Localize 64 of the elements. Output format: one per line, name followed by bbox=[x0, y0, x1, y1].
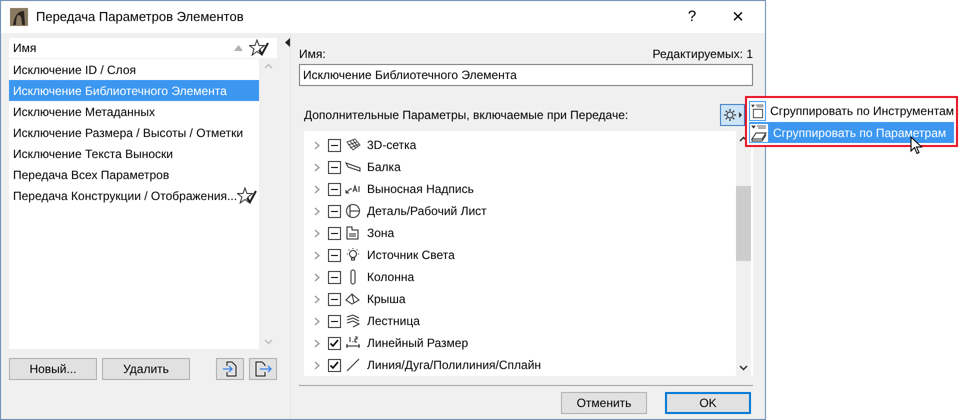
new-button[interactable]: Новый... bbox=[9, 358, 97, 380]
export-button[interactable] bbox=[249, 358, 277, 380]
favorite-star-icon bbox=[237, 186, 257, 204]
checkbox[interactable] bbox=[328, 226, 341, 240]
group-icon bbox=[749, 100, 766, 120]
name-label: Имя: bbox=[299, 46, 326, 62]
checkbox[interactable] bbox=[328, 336, 341, 350]
settings-button[interactable] bbox=[720, 104, 745, 126]
close-button[interactable]: × bbox=[715, 7, 761, 27]
checkbox[interactable] bbox=[328, 314, 341, 328]
parameter-label: Источник Света bbox=[367, 247, 455, 264]
section-label: Дополнительные Параметры, включаемые при Передаче: bbox=[304, 107, 628, 124]
list-item[interactable]: Исключение ID / Слоя bbox=[9, 59, 259, 80]
element-icon bbox=[345, 357, 361, 373]
parameter-label: Балка bbox=[367, 159, 401, 176]
import-button[interactable] bbox=[216, 358, 244, 380]
parameter-label: Крыша bbox=[367, 291, 406, 308]
parameter-label: Деталь/Рабочий Лист bbox=[367, 203, 487, 220]
window-title: Передача Параметров Элементов bbox=[36, 8, 244, 26]
element-icon bbox=[345, 137, 361, 153]
cancel-button[interactable]: Отменить bbox=[561, 392, 647, 414]
parameter-label: Линейный Размер bbox=[367, 335, 468, 352]
checkbox[interactable] bbox=[328, 292, 341, 306]
element-icon bbox=[345, 247, 361, 263]
list-item[interactable]: Исключение Метаданных bbox=[9, 101, 259, 122]
checkbox[interactable] bbox=[328, 182, 341, 196]
help-button[interactable]: ? bbox=[669, 6, 715, 28]
parameter-label: Колонна bbox=[367, 269, 414, 286]
checkbox[interactable] bbox=[328, 270, 341, 284]
checkbox[interactable] bbox=[328, 160, 341, 174]
parameter-label: Зона bbox=[367, 225, 394, 242]
list-item[interactable]: Передача Конструкции / Отображения... bbox=[9, 185, 259, 206]
list-item[interactable]: Передача Всех Параметров bbox=[9, 164, 259, 185]
column-header[interactable]: Имя bbox=[13, 39, 234, 57]
editable-count: Редактируемых: 1 bbox=[652, 46, 753, 62]
menu-item[interactable]: Сгруппировать по Инструментам bbox=[749, 100, 954, 121]
scroll-thumb[interactable] bbox=[736, 186, 751, 261]
settings-icon bbox=[722, 108, 742, 122]
parameter-label: Лестница bbox=[367, 313, 420, 330]
favorite-star-icon[interactable] bbox=[249, 39, 269, 57]
element-icon bbox=[345, 203, 361, 219]
import-icon bbox=[222, 361, 238, 377]
group-icon bbox=[749, 122, 769, 142]
list-item[interactable]: Исключение Размера / Высоты / Отметки bbox=[9, 122, 259, 143]
app-icon bbox=[10, 8, 28, 26]
name-field[interactable]: Исключение Библиотечного Элемента bbox=[299, 64, 753, 86]
list-item[interactable]: Исключение Текста Выноски bbox=[9, 143, 259, 164]
collapse-arrow-icon[interactable] bbox=[285, 38, 290, 47]
delete-button[interactable]: Удалить bbox=[102, 358, 190, 380]
ok-button[interactable]: OK bbox=[665, 392, 751, 414]
element-icon bbox=[345, 291, 361, 307]
checkbox[interactable] bbox=[328, 358, 341, 372]
checkbox[interactable] bbox=[328, 248, 341, 262]
parameter-label: Линия/Дуга/Полилиния/Сплайн bbox=[367, 357, 542, 374]
sort-arrow-icon bbox=[234, 45, 243, 51]
parameter-label: Выносная Надпись bbox=[367, 181, 474, 198]
element-icon bbox=[345, 335, 361, 351]
checkbox[interactable] bbox=[328, 204, 341, 218]
export-icon bbox=[254, 361, 272, 377]
element-icon bbox=[345, 225, 361, 241]
scroll-down-icon[interactable] bbox=[739, 365, 748, 371]
parameter-label: 3D-сетка bbox=[367, 137, 416, 154]
checkbox[interactable] bbox=[328, 138, 341, 152]
element-icon bbox=[345, 313, 361, 329]
